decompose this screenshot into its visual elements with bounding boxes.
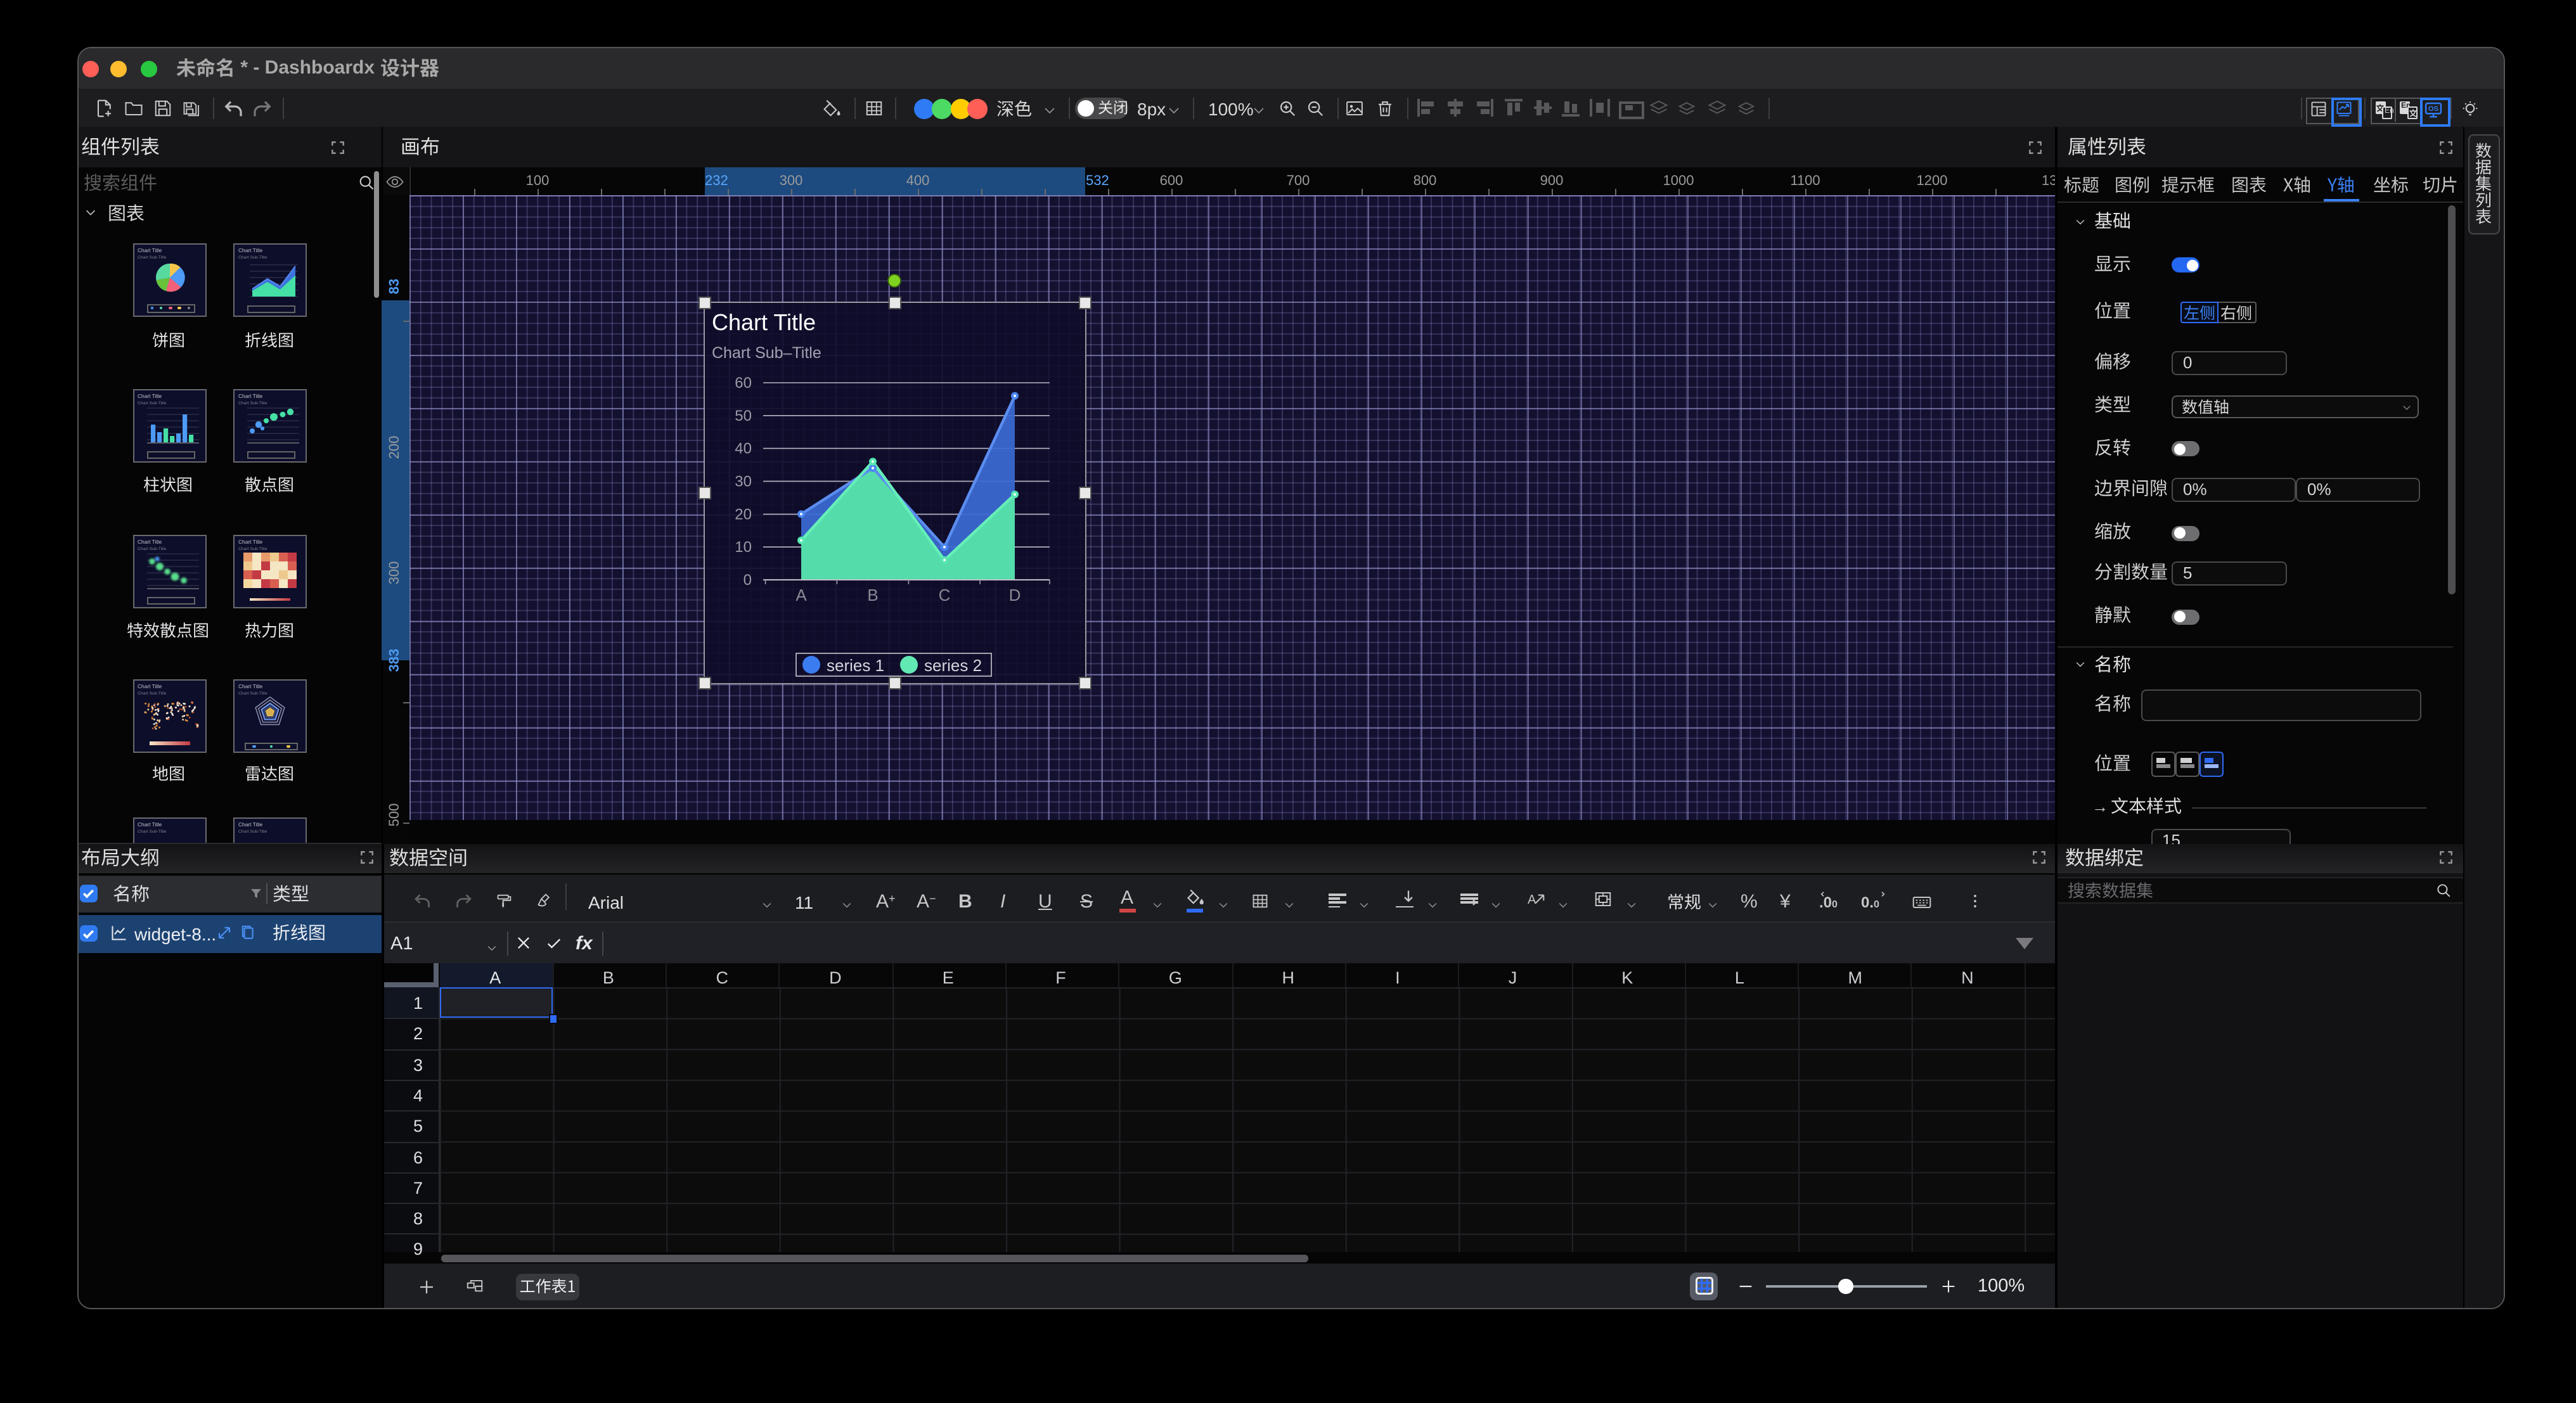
svg-text:60: 60	[734, 374, 751, 391]
svg-text:series 1: series 1	[826, 655, 884, 674]
svg-text:10: 10	[734, 538, 751, 555]
svg-text:C: C	[938, 585, 950, 604]
svg-text:40: 40	[734, 440, 751, 457]
svg-text:Chart Title: Chart Title	[711, 309, 815, 335]
svg-text:OS: OS	[2428, 105, 2438, 112]
svg-text:B: B	[866, 585, 877, 604]
svg-text:20: 20	[734, 505, 751, 522]
svg-text:D: D	[1008, 585, 1021, 604]
svg-text:series 2: series 2	[924, 655, 981, 674]
svg-text:A: A	[795, 585, 806, 604]
svg-text:50: 50	[734, 407, 751, 424]
svg-text:0: 0	[743, 571, 751, 588]
svg-text:30: 30	[734, 472, 751, 489]
svg-text:Chart Sub–Title: Chart Sub–Title	[711, 343, 821, 361]
